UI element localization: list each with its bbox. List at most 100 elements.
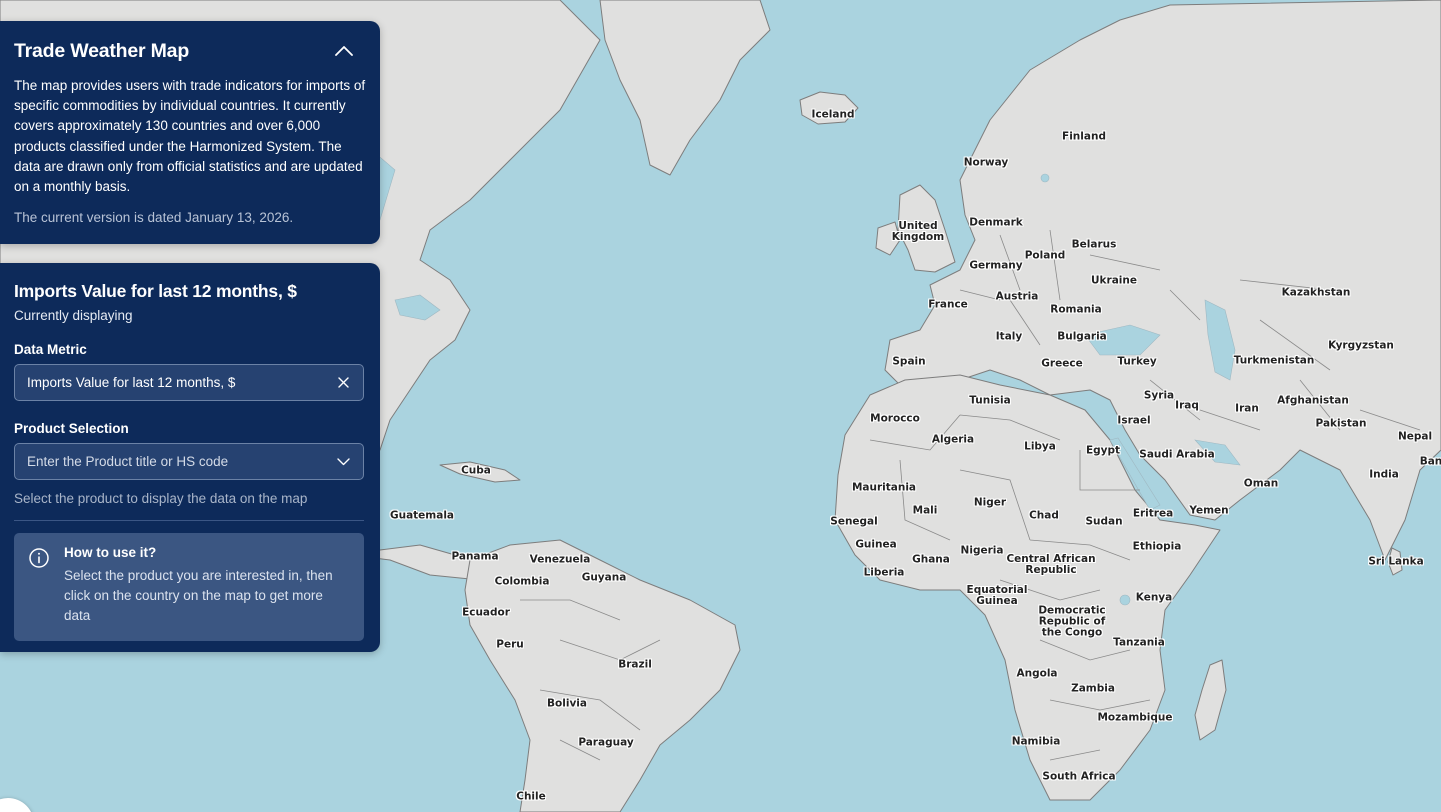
- country-label-colombia[interactable]: Colombia: [495, 576, 550, 588]
- country-label-line: Chad: [1029, 509, 1059, 522]
- country-label-line: Iran: [1235, 402, 1259, 415]
- country-label-line: Guinea: [976, 595, 1018, 607]
- country-label-democratic-republic-of-the-congo[interactable]: Democratic Republic of the Congo: [1038, 605, 1105, 639]
- product-selection-placeholder: Enter the Product title or HS code: [27, 454, 229, 469]
- country-label-india[interactable]: India: [1369, 469, 1399, 481]
- country-label-guatemala[interactable]: Guatemala: [390, 510, 454, 522]
- country-label-nigeria[interactable]: Nigeria: [961, 545, 1004, 557]
- country-label-line: Egypt: [1085, 444, 1121, 457]
- product-selection-input[interactable]: Enter the Product title or HS code: [14, 443, 364, 480]
- country-label-eritrea[interactable]: Eritrea: [1133, 508, 1173, 520]
- country-label-ban[interactable]: Ban: [1420, 456, 1441, 468]
- country-label-bolivia[interactable]: Bolivia: [547, 698, 587, 710]
- country-label-syria[interactable]: Syria: [1144, 390, 1174, 402]
- country-label-libya[interactable]: Libya: [1024, 441, 1056, 453]
- country-label-afghanistan[interactable]: Afghanistan: [1277, 395, 1349, 407]
- info-icon: [29, 548, 49, 568]
- country-label-line: South Africa: [1042, 770, 1116, 783]
- country-label-poland[interactable]: Poland: [1025, 250, 1066, 262]
- country-label-italy[interactable]: Italy: [996, 331, 1022, 343]
- country-label-peru[interactable]: Peru: [496, 638, 524, 651]
- country-label-germany[interactable]: Germany: [969, 259, 1023, 272]
- country-label-paraguay[interactable]: Paraguay: [578, 737, 633, 749]
- country-label-liberia[interactable]: Liberia: [864, 567, 905, 579]
- country-label-france[interactable]: France: [928, 298, 968, 311]
- country-label-ecuador[interactable]: Ecuador: [462, 607, 510, 619]
- country-label-mali[interactable]: Mali: [913, 505, 938, 517]
- country-label-line: Kazakhstan: [1281, 286, 1351, 299]
- country-label-line: Ukraine: [1091, 274, 1137, 287]
- country-label-niger[interactable]: Niger: [974, 497, 1006, 509]
- chevron-down-icon[interactable]: [335, 454, 351, 470]
- country-label-central-african-republic[interactable]: Central African Republic: [1006, 554, 1095, 576]
- country-label-romania[interactable]: Romania: [1050, 304, 1102, 316]
- country-label-line: Algeria: [931, 433, 975, 446]
- country-label-belarus[interactable]: Belarus: [1071, 238, 1117, 251]
- how-to-use-body: Select the product you are interested in…: [64, 568, 333, 623]
- country-label-line: France: [928, 298, 968, 311]
- country-label-line: Peru: [496, 638, 524, 651]
- country-label-iran[interactable]: Iran: [1235, 402, 1259, 415]
- country-label-guyana[interactable]: Guyana: [582, 572, 627, 584]
- collapse-button[interactable]: [332, 39, 356, 63]
- country-label-mauritania[interactable]: Mauritania: [852, 482, 916, 494]
- country-label-venezuela[interactable]: Venezuela: [529, 553, 591, 566]
- country-label-egypt[interactable]: Egypt: [1085, 444, 1121, 457]
- country-label-south-africa[interactable]: South Africa: [1042, 770, 1116, 783]
- country-label-bulgaria[interactable]: Bulgaria: [1057, 331, 1107, 343]
- clear-icon[interactable]: [335, 375, 351, 391]
- country-label-iceland[interactable]: Iceland: [812, 109, 855, 121]
- country-label-angola[interactable]: Angola: [1016, 668, 1057, 680]
- country-label-austria[interactable]: Austria: [995, 290, 1039, 303]
- country-label-chile[interactable]: Chile: [516, 791, 546, 803]
- country-label-line: Austria: [995, 290, 1039, 303]
- country-label-senegal[interactable]: Senegal: [830, 516, 877, 528]
- country-label-israel[interactable]: Israel: [1117, 415, 1150, 427]
- country-label-mozambique[interactable]: Mozambique: [1097, 712, 1172, 724]
- country-label-sudan[interactable]: Sudan: [1085, 516, 1122, 528]
- country-label-line: Belarus: [1071, 238, 1117, 251]
- country-label-pakistan[interactable]: Pakistan: [1316, 418, 1367, 430]
- country-label-line: Venezuela: [529, 553, 591, 566]
- country-label-united-kingdom[interactable]: United Kingdom: [892, 221, 944, 243]
- country-label-kenya[interactable]: Kenya: [1136, 592, 1172, 604]
- country-label-iraq[interactable]: Iraq: [1175, 400, 1199, 412]
- country-label-chad[interactable]: Chad: [1029, 509, 1059, 522]
- country-label-equatorial-guinea[interactable]: Equatorial Guinea: [967, 585, 1028, 607]
- country-label-tunisia[interactable]: Tunisia: [969, 395, 1011, 407]
- lake-victoria: [1119, 594, 1131, 606]
- country-label-cuba[interactable]: Cuba: [461, 465, 491, 477]
- country-label-line: Denmark: [969, 216, 1023, 229]
- country-label-ukraine[interactable]: Ukraine: [1091, 274, 1137, 287]
- country-label-oman[interactable]: Oman: [1244, 478, 1278, 490]
- country-label-finland[interactable]: Finland: [1062, 131, 1106, 143]
- country-label-line: Germany: [969, 259, 1023, 272]
- country-label-zambia[interactable]: Zambia: [1071, 683, 1115, 695]
- country-label-kyrgyzstan[interactable]: Kyrgyzstan: [1328, 340, 1394, 352]
- country-label-kazakhstan[interactable]: Kazakhstan: [1281, 286, 1351, 299]
- country-label-yemen[interactable]: Yemen: [1189, 504, 1229, 517]
- country-label-saudi-arabia[interactable]: Saudi Arabia: [1139, 449, 1214, 461]
- country-label-greece[interactable]: Greece: [1041, 358, 1082, 370]
- country-label-turkey[interactable]: Turkey: [1117, 356, 1156, 368]
- country-label-turkmenistan[interactable]: Turkmenistan: [1234, 355, 1315, 367]
- country-label-ethiopia[interactable]: Ethiopia: [1133, 541, 1182, 553]
- country-label-brazil[interactable]: Brazil: [618, 658, 652, 671]
- country-label-morocco[interactable]: Morocco: [870, 413, 920, 425]
- country-label-panama[interactable]: Panama: [451, 551, 498, 563]
- country-label-algeria[interactable]: Algeria: [931, 433, 975, 446]
- country-label-line: Tanzania: [1113, 636, 1165, 649]
- country-label-ghana[interactable]: Ghana: [912, 554, 950, 566]
- data-metric-select[interactable]: Imports Value for last 12 months, $: [14, 364, 364, 401]
- country-label-line: Brazil: [618, 658, 652, 671]
- country-label-line: Yemen: [1189, 504, 1229, 517]
- country-label-norway[interactable]: Norway: [964, 157, 1009, 169]
- country-label-sri-lanka[interactable]: Sri Lanka: [1368, 556, 1423, 568]
- country-label-tanzania[interactable]: Tanzania: [1113, 636, 1165, 649]
- country-label-namibia[interactable]: Namibia: [1012, 736, 1061, 748]
- panel-title: Trade Weather Map: [14, 39, 190, 62]
- country-label-nepal[interactable]: Nepal: [1398, 431, 1432, 443]
- country-label-guinea[interactable]: Guinea: [855, 539, 896, 551]
- country-label-denmark[interactable]: Denmark: [969, 216, 1023, 229]
- country-label-spain[interactable]: Spain: [892, 356, 925, 368]
